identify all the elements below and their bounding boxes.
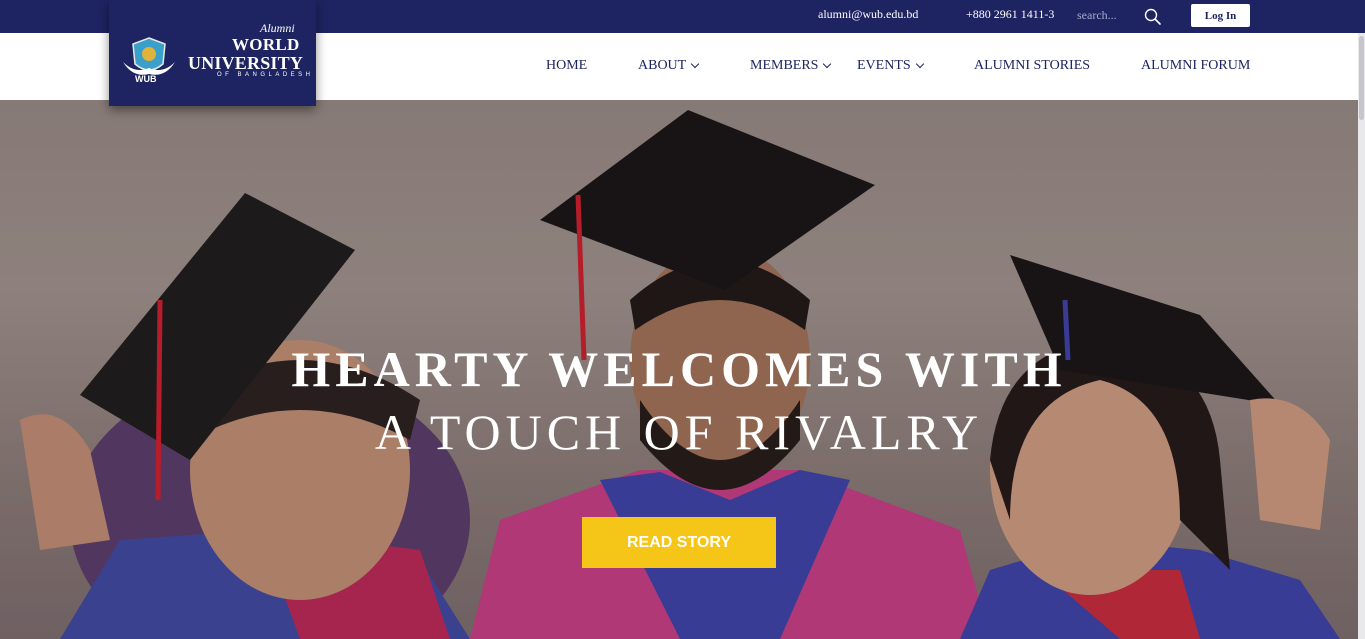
search-icon[interactable] — [1141, 5, 1163, 27]
nav-item-label: EVENTS — [857, 58, 911, 73]
nav-item-alumni-stories[interactable]: ALUMNI STORIES — [974, 58, 1090, 74]
logo-line3: OF BANGLADESH — [217, 72, 314, 78]
scrollbar-track[interactable] — [1358, 33, 1365, 639]
logo-alumni: Alumni — [260, 21, 295, 35]
nav-item-about[interactable]: ABOUT — [638, 58, 700, 74]
hero-headline-line2: A TOUCH OF RIVALRY — [374, 404, 984, 460]
site-logo[interactable]: WUB Alumni WORLD UNIVERSITY OF BANGLADES… — [109, 0, 316, 106]
logo-line2: UNIVERSITY — [188, 53, 304, 73]
nav-item-members[interactable]: MEMBERS — [750, 58, 832, 74]
read-story-button[interactable]: READ STORY — [582, 517, 776, 568]
nav-item-label: ALUMNI STORIES — [974, 58, 1091, 73]
hero-headline-line1: HEARTY WELCOMES WITH — [291, 341, 1067, 397]
crest-label: WUB — [135, 74, 157, 84]
nav-item-alumni-forum[interactable]: ALUMNI FORUM — [1141, 58, 1250, 74]
search-input[interactable] — [1077, 5, 1139, 25]
nav-item-label: ABOUT — [638, 58, 687, 73]
logo-line1: WORLD — [232, 35, 300, 54]
hero-banner: HEARTY WELCOMES WITH A TOUCH OF RIVALRY … — [0, 100, 1358, 639]
contact-email[interactable]: alumni@wub.edu.bd — [818, 7, 918, 22]
contact-phone[interactable]: +880 2961 1411-3 — [966, 7, 1054, 22]
nav-item-label: MEMBERS — [750, 58, 819, 73]
chevron-down-icon — [915, 59, 924, 69]
nav-item-events[interactable]: EVENTS — [857, 58, 924, 74]
scrollbar-thumb[interactable] — [1359, 36, 1364, 120]
chevron-down-icon — [690, 59, 700, 69]
nav-item-label: HOME — [546, 58, 588, 73]
login-button[interactable]: Log In — [1191, 4, 1250, 27]
nav-item-home[interactable]: HOME — [546, 58, 587, 74]
chevron-down-icon — [823, 59, 832, 69]
nav-item-label: ALUMNI FORUM — [1141, 58, 1251, 73]
